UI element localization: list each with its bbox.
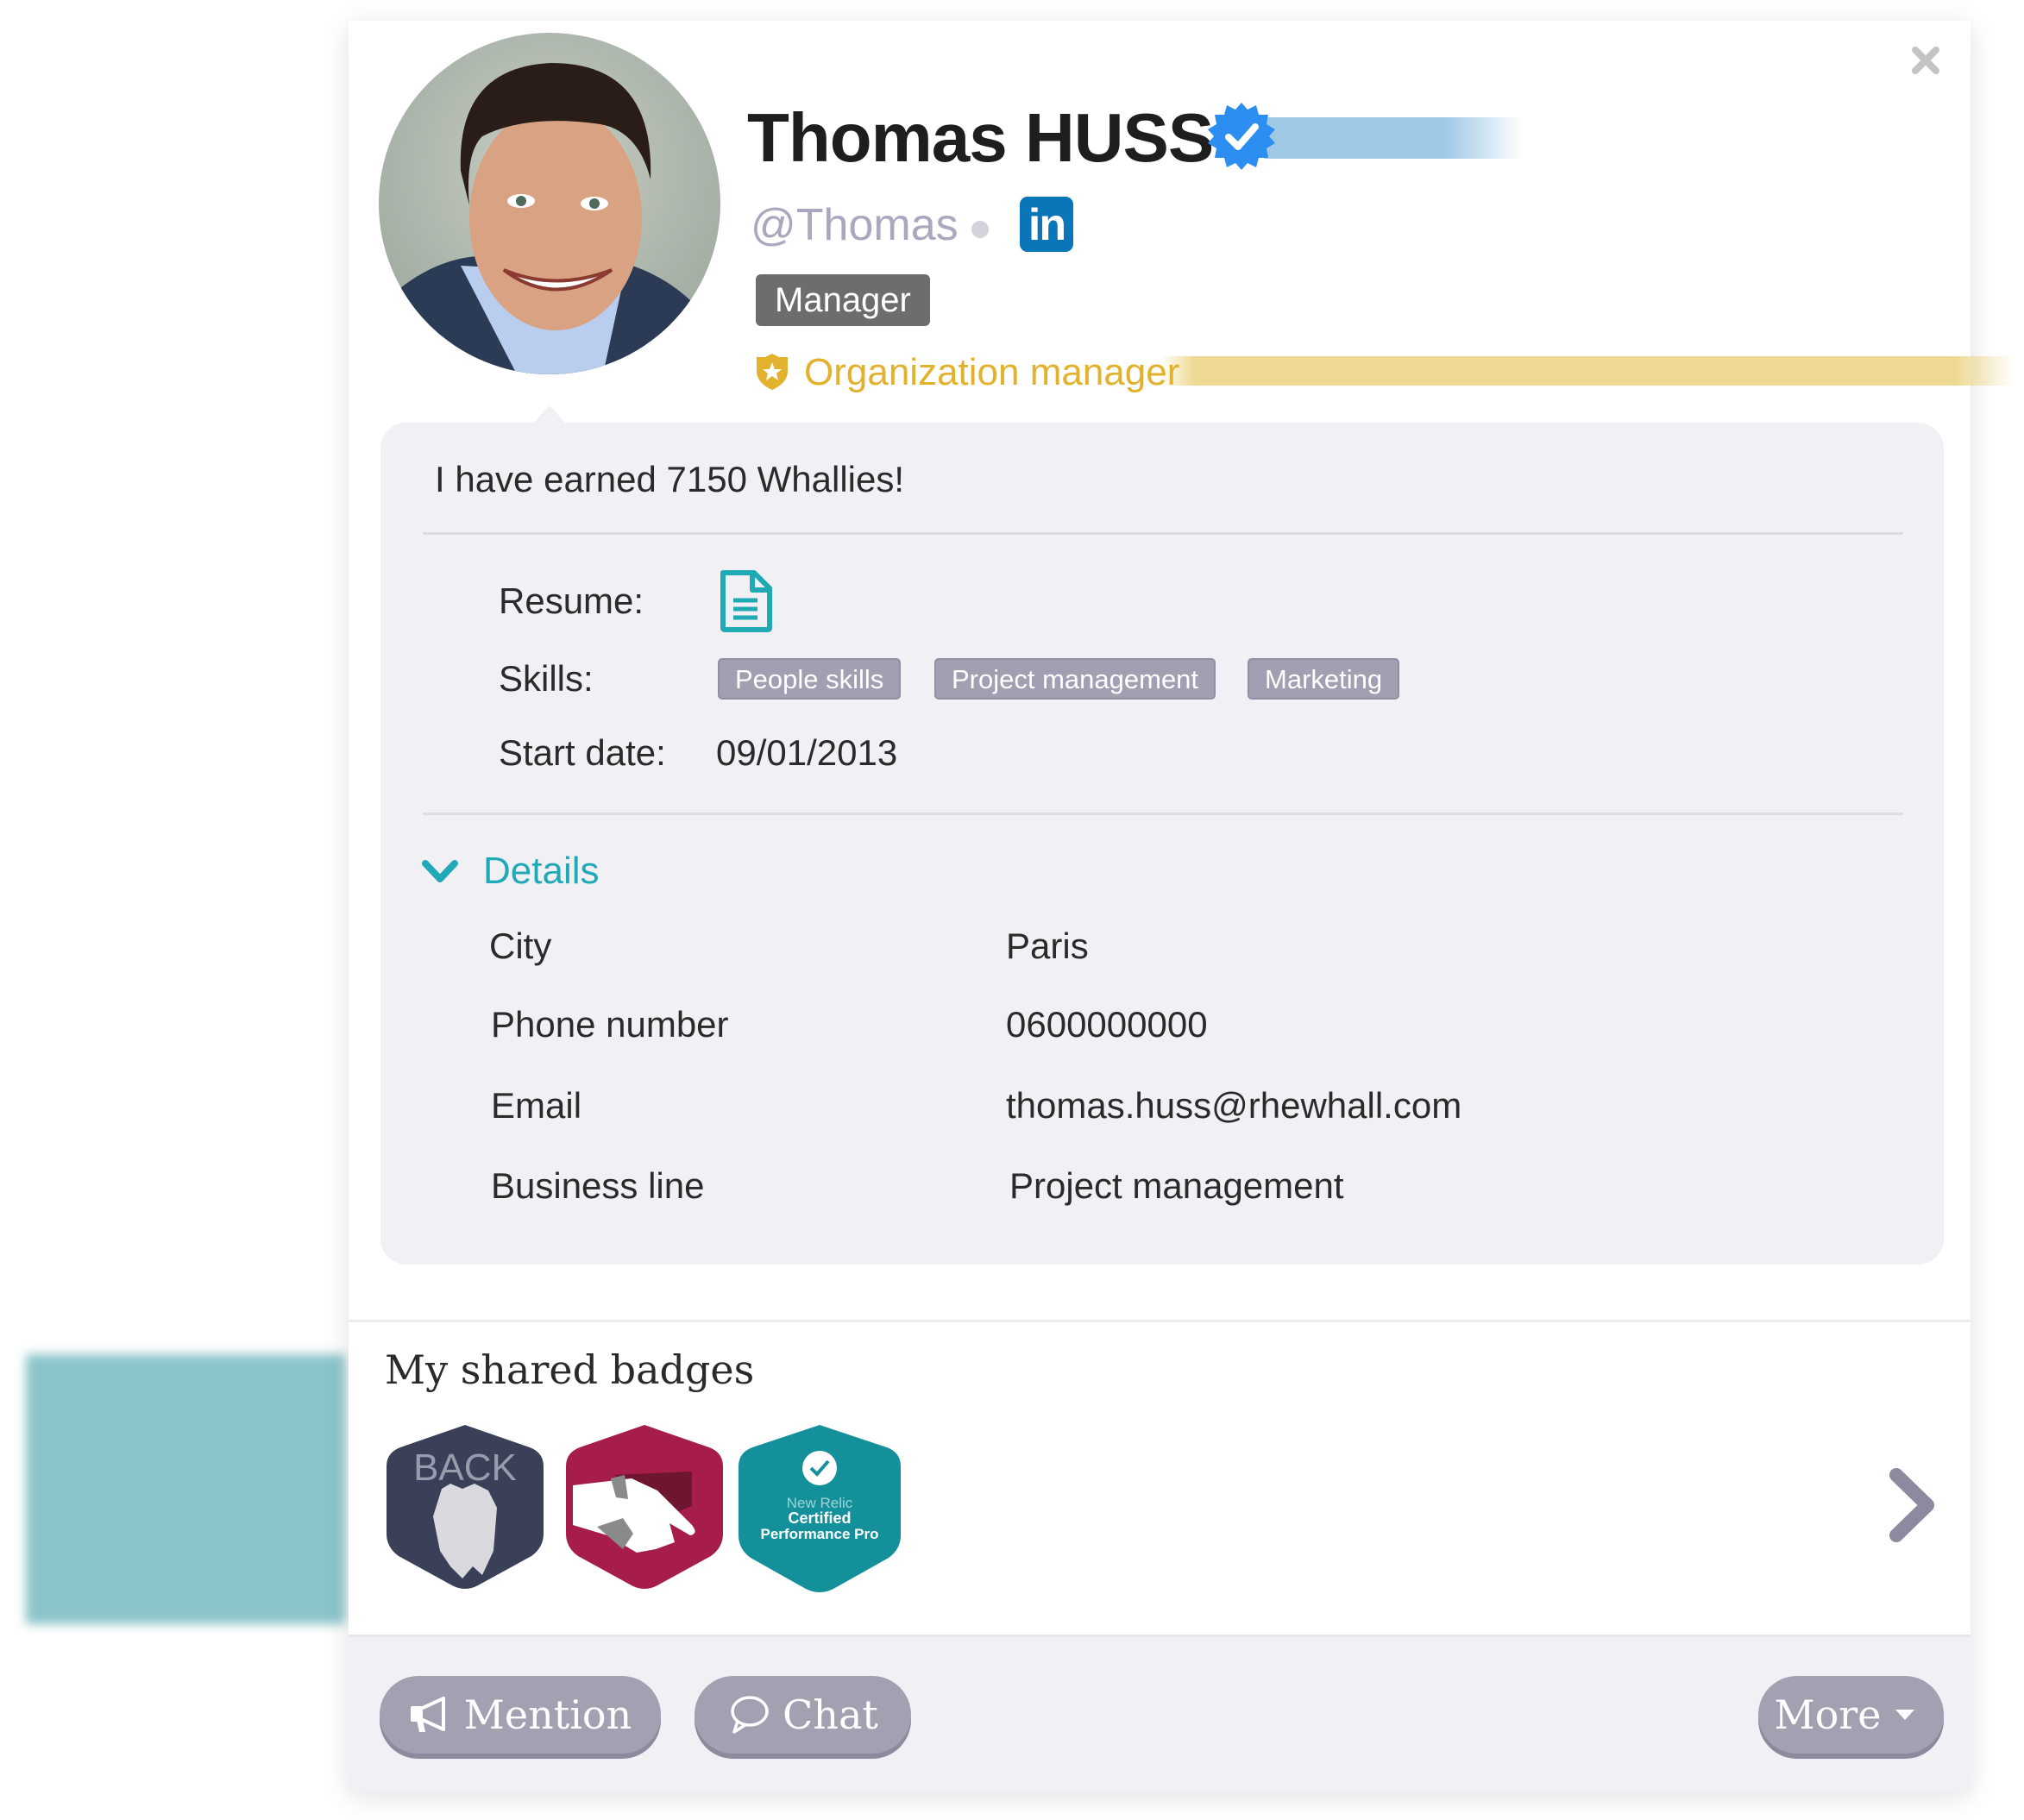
skill-tag: Marketing [1248,658,1400,700]
sheriff-badge-icon [753,352,791,392]
handshake-badge[interactable] [563,1421,726,1591]
panel-pointer [532,405,567,424]
badge-text: BACK [413,1447,517,1489]
resume-document-icon[interactable] [718,569,775,633]
start-date-value: 09/01/2013 [716,732,898,773]
info-panel [380,423,1944,1265]
skill-tag: People skills [718,658,902,700]
org-role-label: Organization manager [804,351,1180,393]
divider [423,532,1903,535]
detail-label-city: City [489,926,552,966]
chat-label: Chat [783,1691,878,1738]
svg-text:Certified: Certified [788,1509,851,1527]
mention-label: Mention [463,1691,632,1738]
details-label: Details [483,850,600,892]
background-teal-block [26,1354,345,1624]
skill-tag: Project management [934,658,1216,700]
divider [423,813,1903,815]
avatar-photo [379,33,720,374]
speech-bubble-icon [731,1696,769,1734]
caret-down-icon [1895,1710,1914,1720]
detail-value-business-line: Project management [1009,1165,1344,1206]
avatar [379,33,720,374]
verified-highlight-bar [1264,117,1523,159]
linkedin-icon[interactable]: in [1020,197,1073,252]
close-icon [1912,47,1939,74]
verified-badge-icon [1206,101,1277,172]
skills-label: Skills: [499,658,594,699]
org-role-highlight-bar [1160,356,2015,386]
back-badge[interactable]: BACK [383,1421,547,1591]
detail-value-phone: 0600000000 [1006,1004,1208,1045]
profile-handle: @Thomas [751,200,959,250]
role-tag: Manager [756,274,930,326]
svg-text:Performance Pro: Performance Pro [761,1526,879,1542]
mention-button[interactable]: Mention [380,1676,661,1754]
more-button[interactable]: More [1758,1676,1944,1754]
divider [349,1320,1971,1322]
check-seal-icon [802,1451,837,1485]
detail-label-phone: Phone number [491,1004,729,1045]
start-date-label: Start date: [499,732,666,773]
detail-label-email: Email [491,1085,582,1126]
badges-title: My shared badges [385,1346,755,1393]
detail-value-city: Paris [1006,926,1089,966]
more-label: More [1774,1691,1882,1738]
chat-button[interactable]: Chat [695,1676,911,1754]
megaphone-icon [410,1697,445,1732]
badges-next-button[interactable] [1884,1465,1945,1546]
detail-value-email: thomas.huss@rhewhall.com [1006,1085,1462,1126]
chevron-down-icon [422,860,458,882]
chevron-right-icon [1889,1468,1934,1542]
resume-label: Resume: [499,581,644,621]
new-relic-badge[interactable]: New Relic Certified Performance Pro [735,1421,901,1592]
whallies-text: I have earned 7150 Whallies! [435,459,905,499]
detail-label-business-line: Business line [491,1165,705,1206]
details-toggle[interactable]: Details [421,844,600,899]
close-button[interactable] [1908,43,1943,78]
presence-dot [971,221,989,238]
profile-name: Thomas HUSS [747,99,1214,176]
